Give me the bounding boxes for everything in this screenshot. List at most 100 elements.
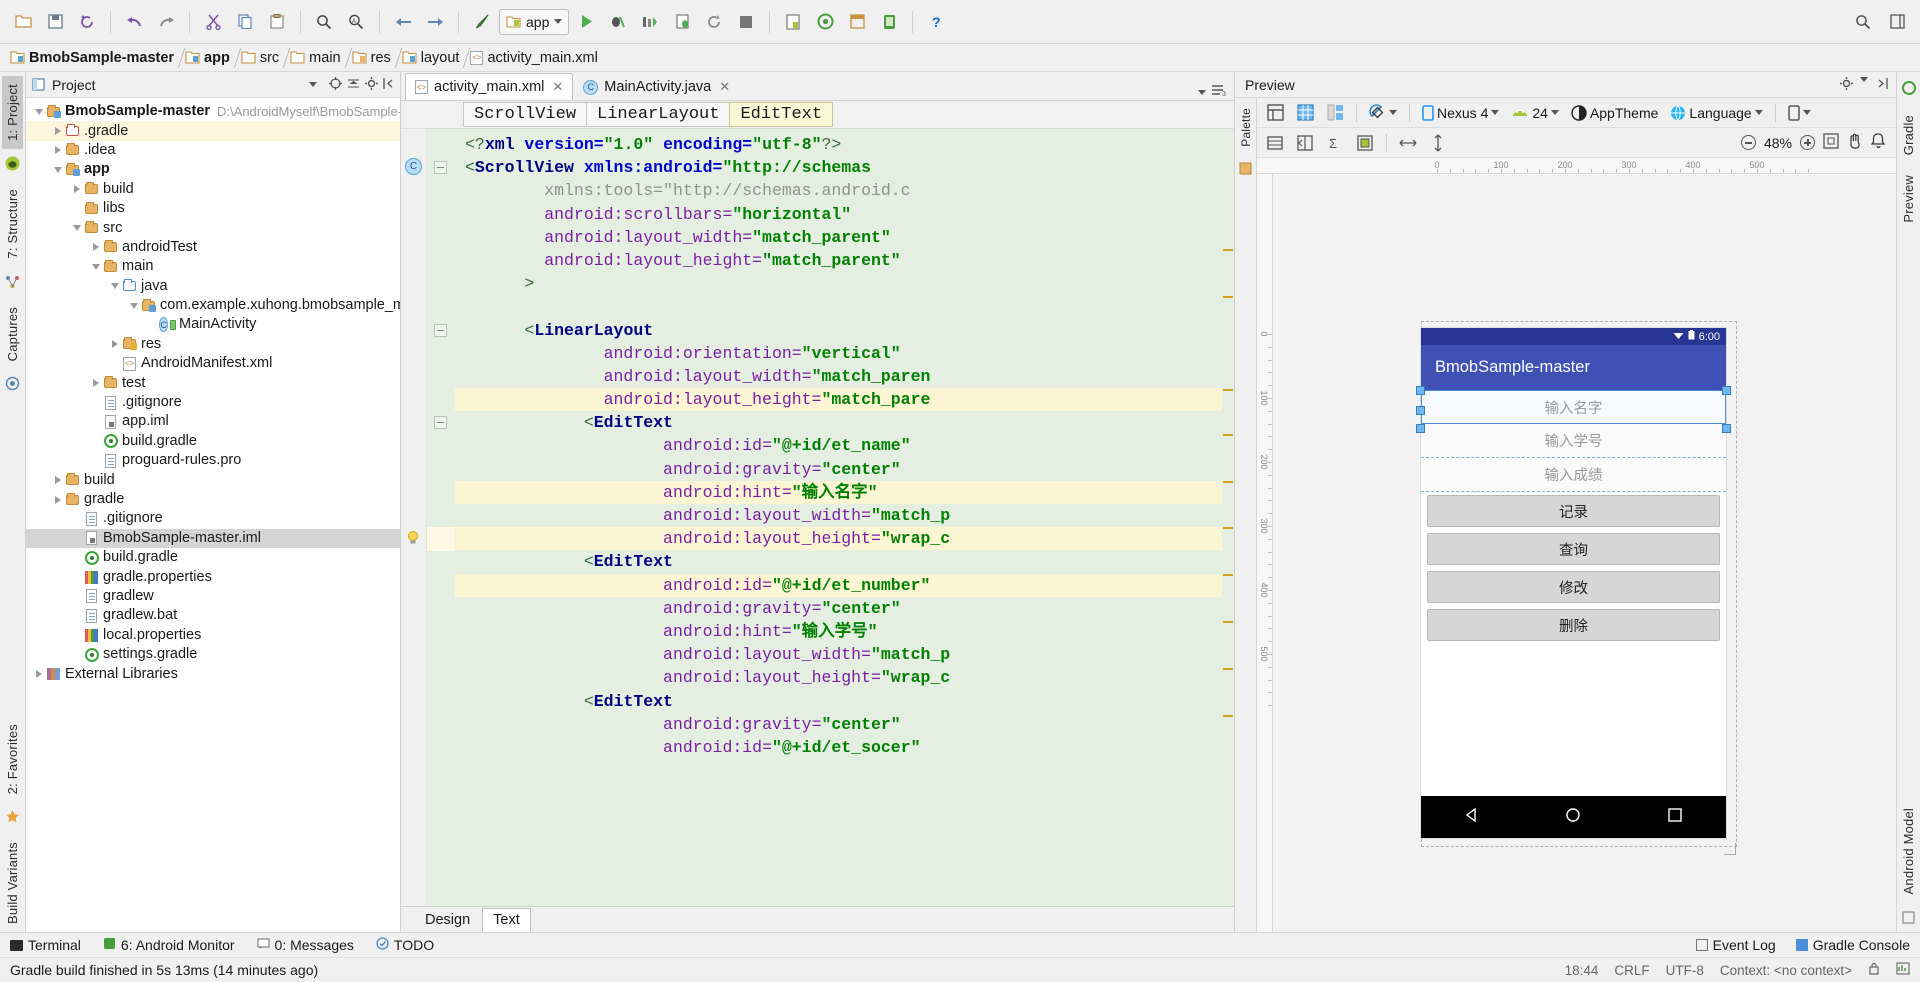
tree-row[interactable]: External Libraries bbox=[26, 664, 400, 683]
collapse-arrow-icon[interactable] bbox=[108, 283, 121, 290]
lock-icon[interactable] bbox=[1868, 962, 1880, 978]
palette-tab[interactable]: Palette bbox=[1237, 104, 1255, 151]
tree-row[interactable]: libs bbox=[26, 199, 400, 218]
run-button[interactable] bbox=[571, 7, 601, 37]
resize-handle-br[interactable] bbox=[1722, 424, 1731, 433]
tree-row[interactable]: app bbox=[26, 160, 400, 179]
code-line[interactable]: android:layout_width="match_parent" bbox=[455, 226, 1234, 249]
hide-panel-icon[interactable] bbox=[383, 77, 396, 93]
tab-activity-main-xml[interactable]: <> activity_main.xml ✕ bbox=[405, 73, 574, 100]
hide-panel-icon[interactable] bbox=[1875, 77, 1888, 93]
code-line[interactable]: android:gravity="center" bbox=[455, 597, 1234, 620]
code-line[interactable]: android:id="@+id/et_socer" bbox=[455, 736, 1234, 759]
tool-event-log[interactable]: Event Log bbox=[1695, 937, 1776, 953]
sync-project-icon[interactable] bbox=[72, 7, 102, 37]
notifications-bell-icon[interactable] bbox=[1870, 133, 1886, 152]
code-line[interactable]: android:layout_height="wrap_c bbox=[455, 527, 1234, 551]
cut-icon[interactable] bbox=[198, 7, 228, 37]
device-selector[interactable]: Nexus 4 bbox=[1419, 105, 1502, 121]
build-icon[interactable] bbox=[467, 7, 497, 37]
zoom-fit-icon[interactable] bbox=[1823, 133, 1839, 152]
list-files-icon[interactable]: 3 bbox=[1211, 84, 1226, 100]
collapse-arrow-icon[interactable] bbox=[127, 302, 140, 309]
resize-handle-ml[interactable] bbox=[1416, 406, 1425, 415]
breadcrumb-item-0[interactable]: BmobSample-master bbox=[6, 46, 181, 70]
android-monitor-icon[interactable] bbox=[874, 7, 904, 37]
tree-row[interactable]: main bbox=[26, 257, 400, 276]
layout-toggle-icon[interactable] bbox=[1882, 7, 1912, 37]
debug-button[interactable] bbox=[603, 7, 633, 37]
code-line[interactable]: android:id="@+id/et_number" bbox=[455, 573, 1234, 597]
nav-back-icon[interactable] bbox=[1464, 807, 1480, 827]
code-line[interactable]: android:layout_width="match_p bbox=[455, 643, 1234, 666]
sidebar-item-structure[interactable]: 7: Structure bbox=[2, 181, 23, 267]
tree-row[interactable]: settings.gradle bbox=[26, 645, 400, 664]
expand-horizontal-icon[interactable] bbox=[1396, 132, 1420, 154]
copy-icon[interactable] bbox=[230, 7, 260, 37]
sidebar-item-build-variants[interactable]: Build Variants bbox=[2, 834, 23, 932]
sidebar-item-gradle[interactable]: Gradle bbox=[1898, 107, 1919, 163]
code-line[interactable]: xmlns:tools="http://schemas.android.c bbox=[455, 179, 1234, 202]
pan-hand-icon[interactable] bbox=[1847, 133, 1863, 152]
code-line[interactable]: android:layout_height="wrap_c bbox=[455, 666, 1234, 689]
expand-arrow-icon[interactable] bbox=[51, 146, 64, 155]
zoom-out-icon[interactable] bbox=[1740, 135, 1756, 150]
nav-recents-icon[interactable] bbox=[1667, 807, 1683, 827]
tree-row[interactable]: local.properties bbox=[26, 626, 400, 645]
context-label[interactable]: Context: <no context> bbox=[1720, 963, 1852, 978]
collapse-arrow-icon[interactable] bbox=[70, 225, 83, 232]
code-line[interactable]: android:orientation="vertical" bbox=[455, 342, 1234, 365]
sidebar-item-android-model[interactable]: Android Model bbox=[1898, 800, 1919, 902]
code-line[interactable]: android:layout_width="match_p bbox=[455, 504, 1234, 527]
resize-handle-tl[interactable] bbox=[1416, 386, 1425, 395]
search-everywhere-icon[interactable] bbox=[1848, 7, 1878, 37]
tab-text[interactable]: Text bbox=[482, 907, 531, 932]
resize-handle-tr[interactable] bbox=[1722, 386, 1731, 395]
expand-arrow-icon[interactable] bbox=[51, 127, 64, 136]
line-separator-label[interactable]: CRLF bbox=[1614, 963, 1649, 978]
tree-row[interactable]: gradle.properties bbox=[26, 567, 400, 586]
tree-row[interactable]: gradlew bbox=[26, 587, 400, 606]
button-query[interactable]: 查询 bbox=[1427, 533, 1720, 565]
chevron-down-icon[interactable] bbox=[1860, 76, 1868, 82]
breadcrumb-item-1[interactable]: app bbox=[181, 46, 237, 70]
chevron-down-icon[interactable] bbox=[309, 82, 317, 87]
expand-arrow-icon[interactable] bbox=[32, 670, 45, 679]
layout-variants-icon[interactable] bbox=[1263, 102, 1287, 124]
code-line[interactable]: <?xml version="1.0" encoding="utf-8"?> bbox=[455, 133, 1234, 156]
layout-inspector-icon[interactable] bbox=[842, 7, 872, 37]
code-line[interactable]: android:gravity="center" bbox=[455, 713, 1234, 736]
tree-row[interactable]: build.gradle bbox=[26, 548, 400, 567]
save-all-icon[interactable] bbox=[40, 7, 70, 37]
tree-row[interactable]: BmobSample-master D:\AndroidMyself\BmobSa… bbox=[26, 102, 400, 121]
code-editor[interactable]: C <?xml version="1.0" encoding="utf-8"?>… bbox=[401, 129, 1234, 906]
tool-android-monitor[interactable]: 6: Android Monitor bbox=[103, 937, 235, 953]
expand-arrow-icon[interactable] bbox=[51, 495, 64, 504]
code-line[interactable]: <ScrollView xmlns:android="http://schema… bbox=[455, 156, 1234, 179]
locate-icon[interactable] bbox=[329, 76, 342, 93]
code-line[interactable]: <LinearLayout bbox=[455, 319, 1234, 342]
collapse-all-icon[interactable] bbox=[347, 77, 360, 93]
orientation-selector[interactable] bbox=[1366, 104, 1400, 121]
code-line[interactable]: android:scrollbars="horizontal" bbox=[455, 203, 1234, 226]
settings-gear-icon[interactable] bbox=[1840, 76, 1853, 93]
fold-toggle-icon[interactable] bbox=[434, 323, 447, 337]
resize-handle-bl[interactable] bbox=[1416, 424, 1425, 433]
editor-fold-gutter[interactable] bbox=[427, 129, 455, 906]
theme-selector[interactable]: AppTheme bbox=[1568, 105, 1661, 121]
undo-icon[interactable] bbox=[119, 7, 149, 37]
expand-arrow-icon[interactable] bbox=[89, 243, 102, 252]
tool-gradle-console[interactable]: Gradle Console bbox=[1795, 937, 1910, 953]
code-line[interactable]: > bbox=[455, 272, 1234, 295]
code-line[interactable]: <EditText bbox=[455, 411, 1234, 434]
grid-view-icon[interactable] bbox=[1293, 102, 1317, 124]
rerun-icon[interactable] bbox=[699, 7, 729, 37]
replace-icon[interactable]: A bbox=[341, 7, 371, 37]
code-line[interactable]: android:id="@+id/et_name" bbox=[455, 434, 1234, 457]
tree-row[interactable]: C MainActivity bbox=[26, 315, 400, 334]
expand-arrow-icon[interactable] bbox=[70, 185, 83, 194]
tool-messages[interactable]: 0: Messages bbox=[256, 937, 354, 953]
code-content[interactable]: <?xml version="1.0" encoding="utf-8"?> <S… bbox=[455, 129, 1234, 906]
button-delete[interactable]: 删除 bbox=[1427, 609, 1720, 641]
collapse-arrow-icon[interactable] bbox=[51, 166, 64, 173]
